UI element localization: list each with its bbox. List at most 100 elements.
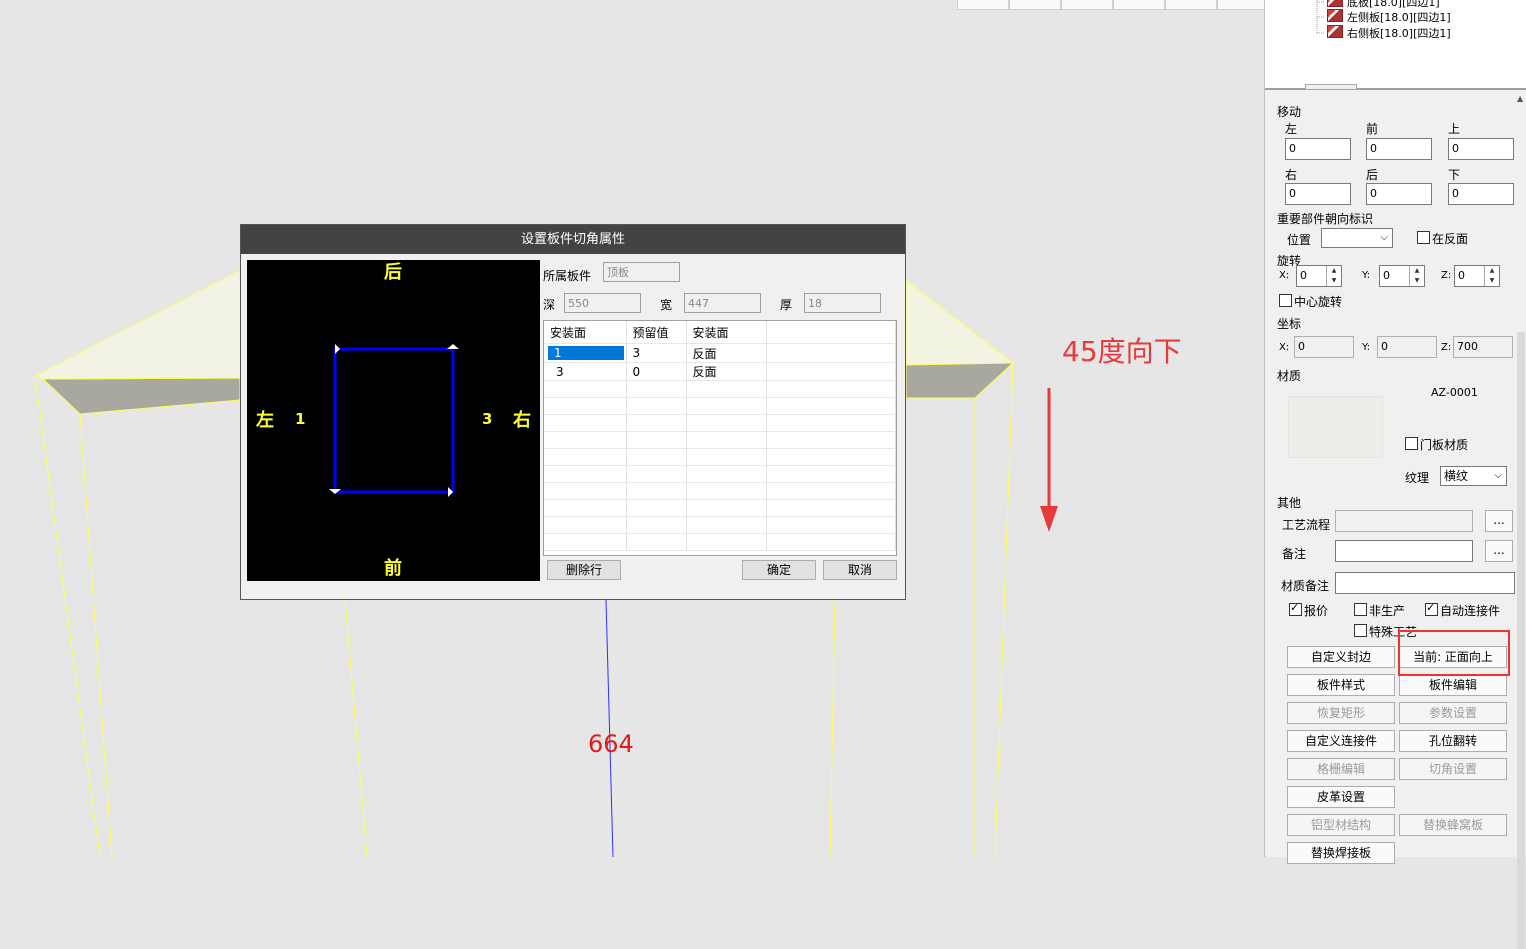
honeycomb-button[interactable]: 替换蜂窝板 <box>1399 814 1507 836</box>
toolstrip-cell[interactable] <box>1113 0 1165 10</box>
texture-label: 纹理 <box>1405 471 1430 485</box>
grid-edit-button[interactable]: 格栅编辑 <box>1287 758 1395 780</box>
checkbox-box[interactable] <box>1405 437 1418 450</box>
panel-edit-button[interactable]: 板件编辑 <box>1399 674 1507 696</box>
delete-row-button[interactable]: 删除行 <box>547 560 621 580</box>
table-row-empty[interactable] <box>544 482 896 500</box>
scroll-up-icon[interactable]: ▲ <box>1517 94 1523 103</box>
remark-more-button[interactable]: ... <box>1485 540 1513 562</box>
toolstrip-cell[interactable] <box>1009 0 1061 10</box>
board-icon <box>1327 9 1343 22</box>
scroll-thumb[interactable] <box>1517 332 1525 949</box>
move-right-input[interactable]: 0 <box>1285 183 1351 205</box>
checkbox-box[interactable] <box>1354 624 1367 637</box>
coords-section-title: 坐标 <box>1277 317 1302 331</box>
restore-rect-button[interactable]: 恢复矩形 <box>1287 702 1395 724</box>
table-row[interactable]: 3 0 反面 <box>544 362 896 381</box>
table-cell[interactable]: 0 <box>626 362 687 381</box>
table-row-empty[interactable] <box>544 448 896 466</box>
panel-label: 所属板件 <box>543 269 592 283</box>
material-section-title: 材质 <box>1277 369 1302 383</box>
col-header[interactable]: 预留值 <box>626 321 687 344</box>
param-set-button[interactable]: 参数设置 <box>1399 702 1507 724</box>
leather-set-button[interactable]: 皮革设置 <box>1287 786 1395 808</box>
checkbox-box[interactable] <box>1425 601 1438 616</box>
rot-x-spinner[interactable]: 0 ▲ ▼ <box>1296 265 1342 287</box>
checkbox-box[interactable] <box>1354 603 1367 616</box>
panel-scrollbar[interactable]: ▲ <box>1516 92 1526 949</box>
coord-x-input[interactable]: 0 <box>1294 336 1354 358</box>
position-select[interactable]: ⌵ <box>1321 228 1393 248</box>
custom-edge-button[interactable]: 自定义封边 <box>1287 646 1395 668</box>
move-front-input[interactable]: 0 <box>1366 138 1432 160</box>
center-rotate-checkbox[interactable]: 中心旋转 <box>1279 293 1342 310</box>
move-up-input[interactable]: 0 <box>1448 138 1514 160</box>
other-section-title: 其他 <box>1277 496 1302 510</box>
table-cell[interactable]: 3 <box>544 362 627 381</box>
table-cell[interactable]: 反面 <box>686 362 767 381</box>
process-more-button[interactable]: ... <box>1485 510 1513 532</box>
custom-conn-button[interactable]: 自定义连接件 <box>1287 730 1395 752</box>
table-row-empty[interactable] <box>544 516 896 534</box>
move-down-input[interactable]: 0 <box>1448 183 1514 205</box>
move-left-input[interactable]: 0 <box>1285 138 1351 160</box>
nonprod-checkbox[interactable]: 非生产 <box>1354 602 1405 619</box>
autoconn-checkbox[interactable]: 自动连接件 <box>1425 601 1500 619</box>
toolstrip-cell[interactable] <box>957 0 1009 10</box>
reverse-checkbox[interactable]: 在反面 <box>1417 230 1468 247</box>
rot-y-spinner[interactable]: 0 ▲ ▼ <box>1379 265 1425 287</box>
alu-struct-button[interactable]: 铝型材结构 <box>1287 814 1395 836</box>
texture-select[interactable]: 横纹 ⌵ <box>1440 466 1507 486</box>
table-cell[interactable]: 反面 <box>686 343 767 363</box>
bevel-set-button[interactable]: 切角设置 <box>1399 758 1507 780</box>
door-material-checkbox[interactable]: 门板材质 <box>1405 436 1468 453</box>
weld-replace-button[interactable]: 替换焊接板 <box>1287 842 1395 864</box>
depth-field[interactable]: 550 <box>564 293 641 313</box>
remark-input[interactable] <box>1335 540 1473 562</box>
dialog-title[interactable]: 设置板件切角属性 <box>241 225 905 254</box>
tree-tab[interactable] <box>1305 84 1357 89</box>
material-swatch[interactable] <box>1288 396 1383 458</box>
selected-cell[interactable]: 1 <box>548 346 624 360</box>
coord-y-input[interactable]: 0 <box>1377 336 1437 358</box>
component-tree[interactable]: 底板[18.0][四边1] 左侧板[18.0][四边1] 右侧板[18.0][四… <box>1265 0 1526 90</box>
ok-button[interactable]: 确定 <box>742 560 816 580</box>
width-field[interactable]: 447 <box>684 293 761 313</box>
table-cell[interactable]: 1 <box>544 343 627 363</box>
move-back-input[interactable]: 0 <box>1366 183 1432 205</box>
mat-remark-input[interactable] <box>1335 572 1515 594</box>
col-header[interactable]: 安装面 <box>544 321 627 344</box>
checkbox-box[interactable] <box>1289 601 1302 616</box>
quote-checkbox[interactable]: 报价 <box>1289 601 1328 619</box>
col-header[interactable]: 安装面 <box>686 321 767 344</box>
spin-arrows-icon[interactable]: ▲ ▼ <box>1326 266 1341 286</box>
toolstrip-cell[interactable] <box>1217 0 1264 10</box>
process-input[interactable] <box>1335 510 1473 532</box>
spin-arrows-icon[interactable]: ▲ ▼ <box>1409 266 1424 286</box>
panel-style-button[interactable]: 板件样式 <box>1287 674 1395 696</box>
thick-field[interactable]: 18 <box>804 293 881 313</box>
table-row-empty[interactable] <box>544 414 896 432</box>
toolstrip-cell[interactable] <box>1165 0 1217 10</box>
table-row[interactable]: 1 3 反面 <box>544 343 896 363</box>
cancel-button[interactable]: 取消 <box>823 560 897 580</box>
rot-z-spinner[interactable]: 0 ▲ ▼ <box>1454 265 1500 287</box>
table-row-empty[interactable] <box>544 397 896 415</box>
spin-arrows-icon[interactable]: ▲ ▼ <box>1484 266 1499 286</box>
rot-z-label: Z: <box>1441 270 1452 281</box>
table-row-empty[interactable] <box>544 380 896 398</box>
checkbox-box[interactable] <box>1279 294 1292 307</box>
table-row-empty[interactable] <box>544 431 896 449</box>
table-cell[interactable]: 3 <box>626 343 687 363</box>
table-row-empty[interactable] <box>544 499 896 517</box>
hole-flip-button[interactable]: 孔位翻转 <box>1399 730 1507 752</box>
toolstrip-cell[interactable] <box>1061 0 1113 10</box>
table-row-empty[interactable] <box>544 533 896 551</box>
table-row-empty[interactable] <box>544 465 896 483</box>
panel-field[interactable]: 顶板 <box>603 262 680 282</box>
tree-item[interactable]: 右侧板[18.0][四边1] <box>1327 25 1451 41</box>
tree-item[interactable]: 左侧板[18.0][四边1] <box>1327 9 1451 25</box>
checkbox-box[interactable] <box>1417 231 1430 244</box>
coord-z-input[interactable]: 700 <box>1453 336 1513 358</box>
bevel-table[interactable]: 安装面 预留值 安装面 1 3 反面 3 0 反面 <box>543 320 897 556</box>
